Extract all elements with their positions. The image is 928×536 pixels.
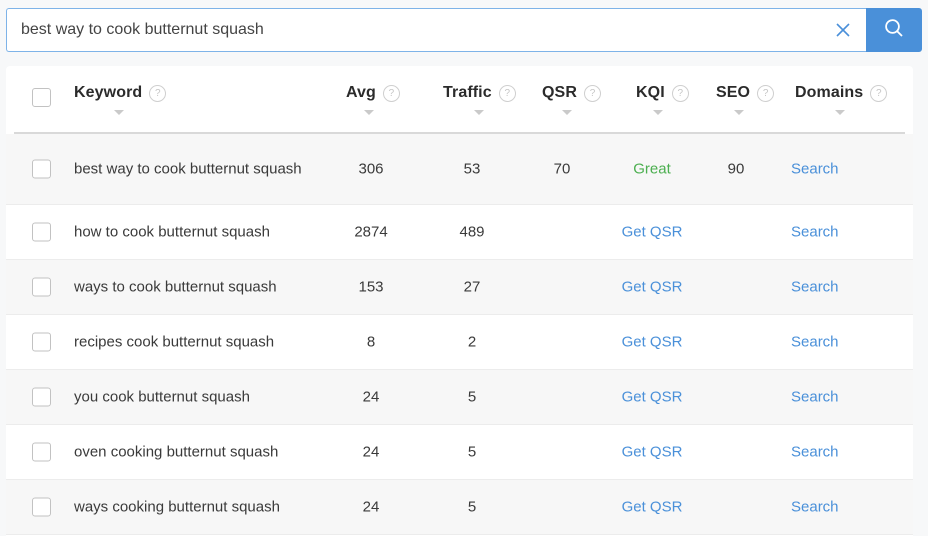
sort-chevron-down-icon[interactable] (114, 110, 124, 115)
cell-traffic: 489 (459, 223, 485, 241)
cell-kqi[interactable]: Get QSR (606, 334, 698, 351)
cell-keyword: best way to cook butternut squash (74, 160, 302, 178)
table-row[interactable]: you cook butternut squash 24 5 Get QSR Searc… (6, 370, 913, 425)
cell-traffic: 27 (463, 278, 481, 296)
table-body: best way to cook butternut squash 306 53 70… (6, 134, 913, 535)
cell-traffic: 5 (467, 498, 477, 516)
cell-domains-search-link[interactable]: Search (791, 224, 839, 241)
cell-domains-search-link[interactable]: Search (791, 389, 839, 406)
cell-domains-search-link[interactable]: Search (791, 161, 839, 178)
cell-kqi[interactable]: Get QSR (606, 389, 698, 406)
column-header-avg[interactable]: Avg? (346, 84, 400, 102)
row-checkbox[interactable] (32, 222, 51, 242)
cell-domains-search-link[interactable]: Search (791, 444, 839, 461)
cell-traffic: 5 (467, 388, 477, 406)
cell-domains-search-link[interactable]: Search (791, 334, 839, 351)
cell-avg: 24 (362, 388, 380, 406)
select-all-checkbox[interactable] (32, 88, 51, 107)
cell-keyword: you cook butternut squash (74, 388, 250, 406)
column-header-keyword[interactable]: Keyword? (74, 84, 167, 102)
row-checkbox[interactable] (32, 442, 51, 462)
sort-chevron-down-icon[interactable] (835, 110, 845, 115)
help-icon[interactable]: ? (149, 84, 167, 102)
cell-kqi[interactable]: Get QSR (606, 444, 698, 461)
search-button[interactable] (866, 8, 922, 52)
table-row[interactable]: how to cook butternut squash 2874 489 Get Q… (6, 205, 913, 260)
keyword-results-table: Keyword? Avg? Traffic? QSR? KQI? SEO? Domains?… (6, 66, 913, 536)
column-header-domains[interactable]: Domains? (795, 84, 888, 102)
cell-avg: 306 (358, 160, 384, 178)
search-input-container (6, 8, 866, 52)
cell-keyword: recipes cook butternut squash (74, 333, 275, 351)
table-row[interactable]: recipes cook butternut squash 8 2 Get QSR Se… (6, 315, 913, 370)
column-header-label: Avg (346, 84, 376, 101)
sort-chevron-down-icon[interactable] (474, 110, 484, 115)
cell-qsr: 70 (553, 160, 571, 178)
cell-avg: 24 (362, 498, 380, 516)
help-icon[interactable]: ? (757, 84, 775, 102)
table-header-row: Keyword? Avg? Traffic? QSR? KQI? SEO? Domains? (6, 66, 913, 134)
search-icon (882, 16, 906, 45)
help-icon[interactable]: ? (382, 84, 400, 102)
sort-chevron-down-icon[interactable] (653, 110, 663, 115)
column-header-label: SEO (716, 84, 751, 101)
cell-seo: 90 (727, 160, 745, 178)
table-row[interactable]: ways to cook butternut squash 153 27 Get QS… (6, 260, 913, 315)
cell-kqi: Great (633, 160, 671, 178)
cell-keyword: oven cooking butternut squash (74, 443, 279, 461)
help-icon[interactable]: ? (671, 84, 689, 102)
cell-avg: 8 (366, 333, 376, 351)
cell-traffic: 53 (463, 160, 481, 178)
row-checkbox[interactable] (32, 159, 51, 179)
row-checkbox[interactable] (32, 497, 51, 517)
cell-kqi[interactable]: Get QSR (606, 499, 698, 516)
column-header-label: Domains (795, 84, 864, 101)
cell-keyword: ways cooking butternut squash (74, 498, 280, 516)
close-icon[interactable] (832, 19, 854, 41)
sort-chevron-down-icon[interactable] (364, 110, 374, 115)
row-checkbox[interactable] (32, 332, 51, 352)
column-header-traffic[interactable]: Traffic? (443, 84, 516, 102)
column-header-label: QSR (542, 84, 577, 101)
column-header-label: Traffic (443, 84, 492, 101)
cell-keyword: how to cook butternut squash (74, 223, 270, 241)
sort-chevron-down-icon[interactable] (734, 110, 744, 115)
row-checkbox[interactable] (32, 277, 51, 297)
table-row[interactable]: ways cooking butternut squash 24 5 Get QSR S… (6, 480, 913, 535)
cell-keyword: ways to cook butternut squash (74, 278, 277, 296)
cell-kqi[interactable]: Get QSR (606, 279, 698, 296)
column-header-label: KQI (636, 84, 665, 101)
row-checkbox[interactable] (32, 387, 51, 407)
column-header-seo[interactable]: SEO? (716, 84, 775, 102)
column-header-label: Keyword (74, 84, 143, 101)
help-icon[interactable]: ? (498, 84, 516, 102)
search-bar (6, 8, 922, 52)
help-icon[interactable]: ? (870, 84, 888, 102)
sort-chevron-down-icon[interactable] (562, 110, 572, 115)
table-row[interactable]: oven cooking butternut squash 24 5 Get QSR S… (6, 425, 913, 480)
cell-avg: 153 (358, 278, 384, 296)
cell-domains-search-link[interactable]: Search (791, 279, 839, 296)
search-input[interactable] (7, 9, 866, 51)
cell-avg: 2874 (354, 223, 388, 241)
table-row[interactable]: best way to cook butternut squash 306 53 70… (6, 134, 913, 205)
column-header-qsr[interactable]: QSR? (542, 84, 601, 102)
help-icon[interactable]: ? (583, 84, 601, 102)
column-header-kqi[interactable]: KQI? (636, 84, 689, 102)
cell-kqi[interactable]: Get QSR (606, 224, 698, 241)
cell-traffic: 2 (467, 333, 477, 351)
cell-avg: 24 (362, 443, 380, 461)
cell-traffic: 5 (467, 443, 477, 461)
cell-domains-search-link[interactable]: Search (791, 499, 839, 516)
